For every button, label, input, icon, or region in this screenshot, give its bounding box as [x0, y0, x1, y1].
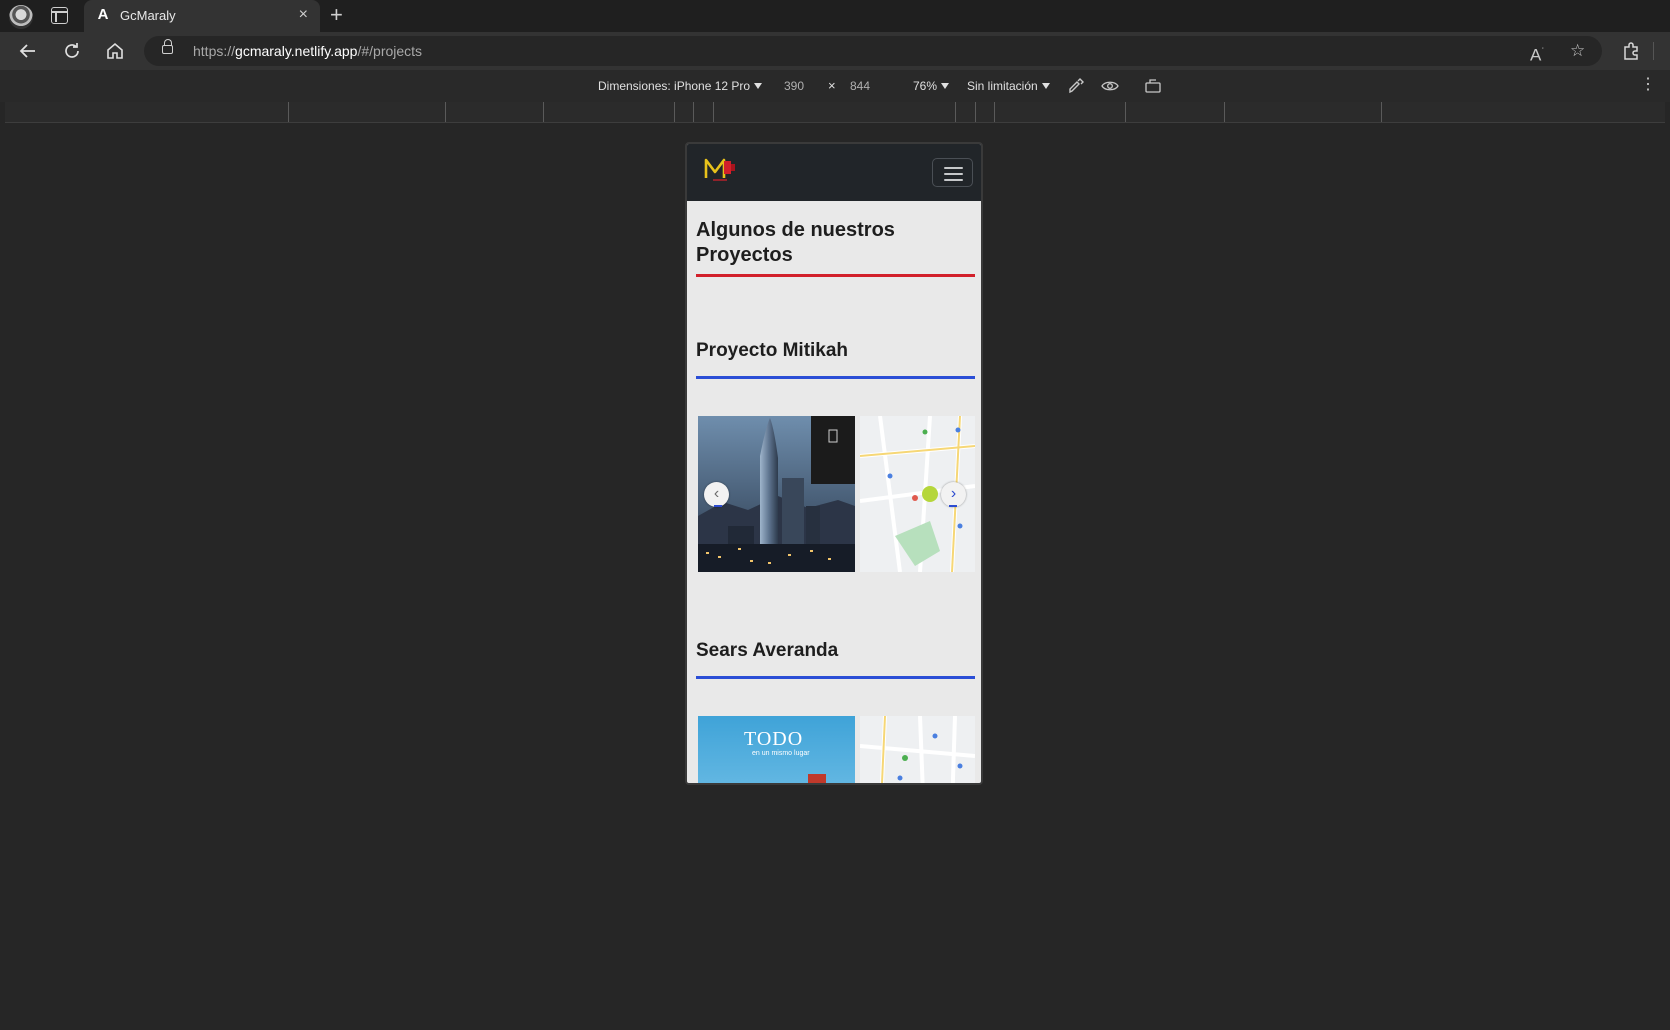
chevron-down-icon [941, 83, 950, 89]
throttling-select[interactable]: Sin limitación [967, 79, 1050, 93]
width-input[interactable]: 390 [784, 79, 804, 93]
chevron-down-icon [754, 83, 763, 89]
site-favicon-icon: A [97, 6, 109, 23]
title-underline [696, 274, 975, 277]
browser-tab[interactable]: A GcMaraly × [84, 0, 320, 32]
hamburger-menu-icon [944, 179, 963, 181]
zoom-select[interactable]: 76% [913, 79, 950, 93]
tab-actions-icon[interactable] [51, 7, 68, 24]
close-tab-icon[interactable]: × [299, 6, 308, 24]
ruler-tick [975, 102, 976, 122]
url-text[interactable]: https://gcmaraly.netlify.app/#/projects [193, 43, 422, 59]
extensions-icon[interactable] [1621, 41, 1641, 65]
new-tab-icon[interactable]: + [330, 3, 343, 27]
ruler-tick [693, 102, 694, 122]
media-query-ruler[interactable] [5, 102, 1665, 123]
carousel-next-button[interactable]: › [941, 482, 966, 507]
tab-title: GcMaraly [120, 8, 176, 23]
height-input[interactable]: 844 [850, 79, 870, 93]
project-underline [696, 376, 975, 379]
device-frame: Algunos de nuestros Proyectos Proyecto M… [685, 142, 983, 785]
project-underline [696, 676, 975, 679]
ruler-tick [543, 102, 544, 122]
read-aloud-icon[interactable]: Aʾ [1530, 41, 1544, 66]
carousel-indicator[interactable] [714, 505, 722, 507]
hamburger-menu-icon [944, 173, 963, 175]
favorite-star-icon[interactable]: ☆ [1570, 41, 1585, 61]
ruler-tick [1381, 102, 1382, 122]
lock-icon[interactable] [162, 39, 173, 54]
ruler-tick [713, 102, 714, 122]
slide-heading: TODO [744, 728, 804, 750]
carousel-prev-button[interactable]: ‹ [704, 482, 729, 507]
home-icon[interactable] [105, 41, 125, 61]
project-carousel: ‹ › [698, 416, 975, 572]
back-arrow-icon[interactable] [18, 41, 38, 61]
browser-toolbar: https://gcmaraly.netlify.app/#/projects … [0, 32, 1670, 70]
ruler-tick [288, 102, 289, 122]
ruler-tick [994, 102, 995, 122]
address-bar[interactable]: https://gcmaraly.netlify.app/#/projects … [144, 36, 1602, 66]
ruler-tick [1224, 102, 1225, 122]
refresh-icon[interactable] [62, 41, 82, 61]
dimension-separator: × [828, 78, 836, 93]
slide-subheading: en un mismo lugar [752, 750, 810, 757]
device-select[interactable]: Dimensiones: iPhone 12 Pro [598, 79, 763, 93]
rotate-device-icon[interactable] [1144, 77, 1162, 100]
toolbar-divider [1653, 42, 1654, 60]
chevron-down-icon [1041, 83, 1050, 89]
site-navbar [687, 144, 981, 201]
ruler-tick [1125, 102, 1126, 122]
tab-strip: A GcMaraly × + [0, 0, 1670, 32]
profile-avatar-icon[interactable] [9, 5, 33, 29]
ruler-tick [674, 102, 675, 122]
project-title: Proyecto Mitikah [696, 340, 849, 361]
vision-deficiency-icon[interactable] [1101, 77, 1119, 100]
project-title: Sears Averanda [696, 640, 839, 661]
hamburger-menu-icon [944, 167, 963, 169]
navbar-toggler-button[interactable] [932, 158, 973, 187]
eyedropper-icon[interactable] [1067, 77, 1085, 100]
device-toolbar: Dimensiones: iPhone 12 Pro 390 × 844 76%… [0, 70, 1670, 102]
site-logo[interactable] [703, 156, 739, 184]
ruler-tick [445, 102, 446, 122]
more-options-icon[interactable]: ⋮ [1640, 76, 1656, 94]
page-title: Algunos de nuestros Proyectos [696, 219, 895, 266]
project-carousel: TODO en un mismo lugar [698, 716, 975, 783]
ruler-tick [955, 102, 956, 122]
carousel-slide-map [860, 716, 975, 783]
carousel-indicator[interactable] [949, 505, 957, 507]
